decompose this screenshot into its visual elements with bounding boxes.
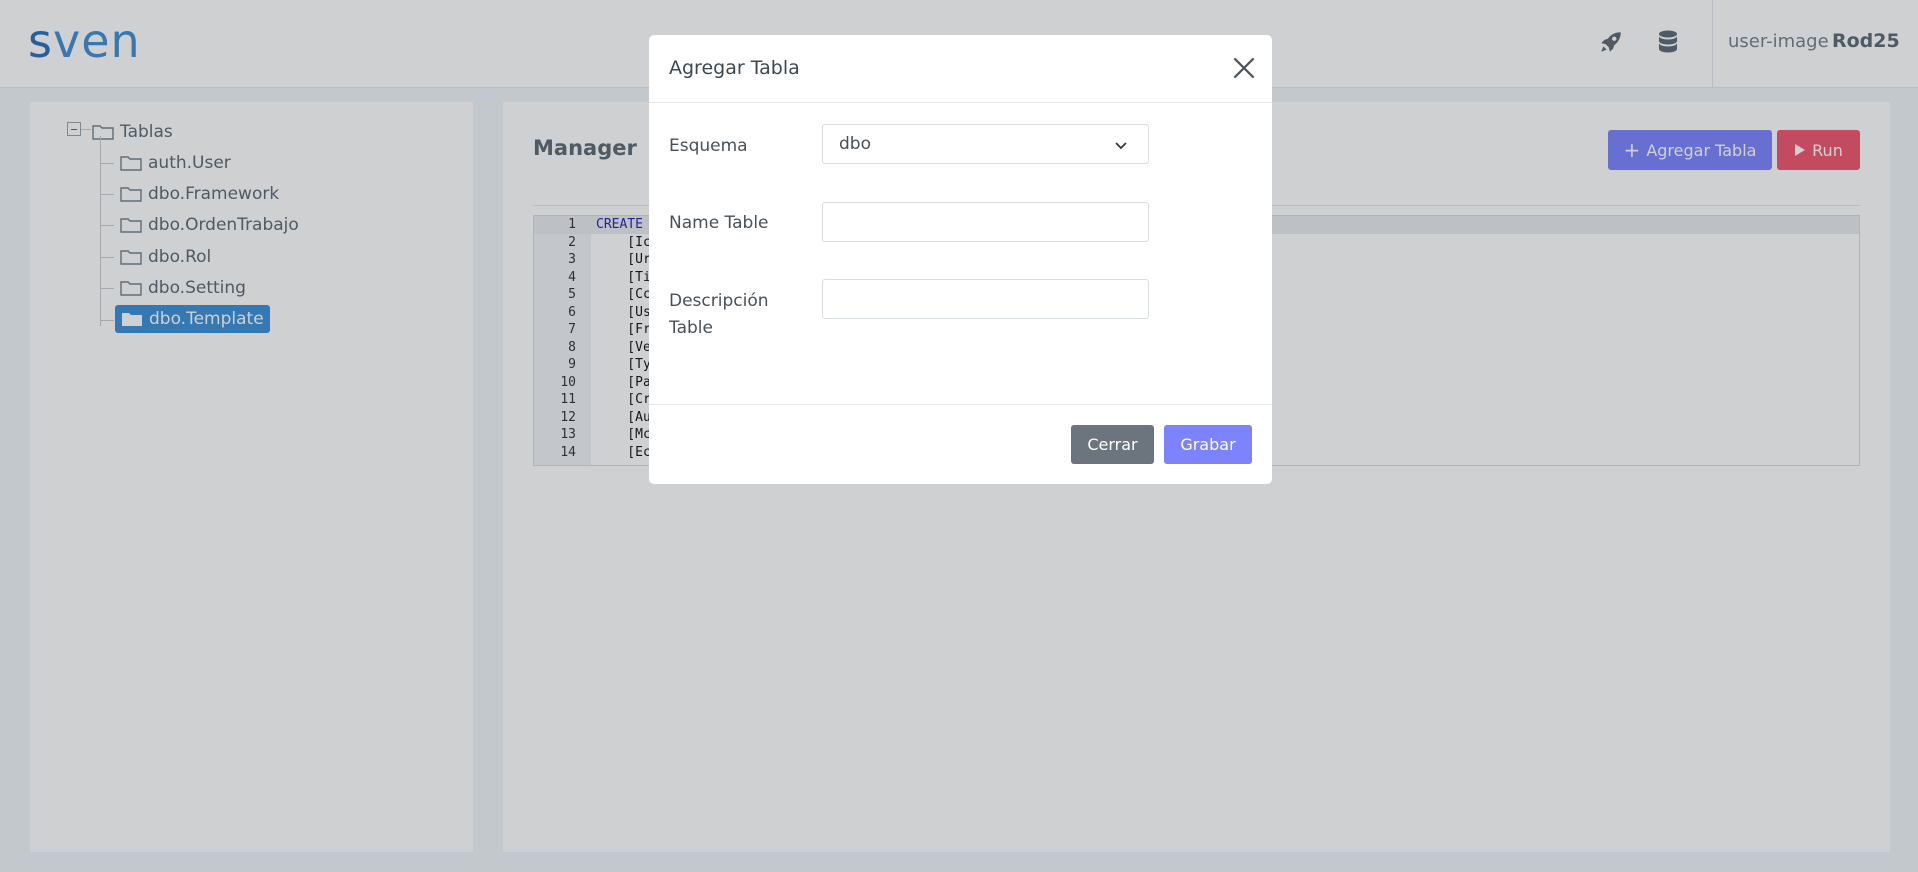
chevron-down-icon [1115, 142, 1127, 150]
description-table-input[interactable] [822, 279, 1149, 319]
schema-select[interactable]: dbo [822, 124, 1149, 164]
schema-label: Esquema [669, 136, 748, 156]
add-table-modal: Agregar Tabla Esquema dbo Name Table Des… [649, 35, 1272, 484]
modal-footer: Cerrar Grabar [649, 404, 1272, 484]
close-icon[interactable] [1231, 55, 1257, 81]
save-button[interactable]: Grabar [1164, 425, 1252, 464]
modal-header: Agregar Tabla [649, 35, 1272, 103]
modal-title: Agregar Tabla [669, 57, 800, 79]
cancel-button[interactable]: Cerrar [1071, 425, 1154, 464]
name-table-input[interactable] [822, 202, 1149, 242]
name-table-label: Name Table [669, 213, 769, 233]
description-label: Descripción Table [669, 291, 769, 338]
